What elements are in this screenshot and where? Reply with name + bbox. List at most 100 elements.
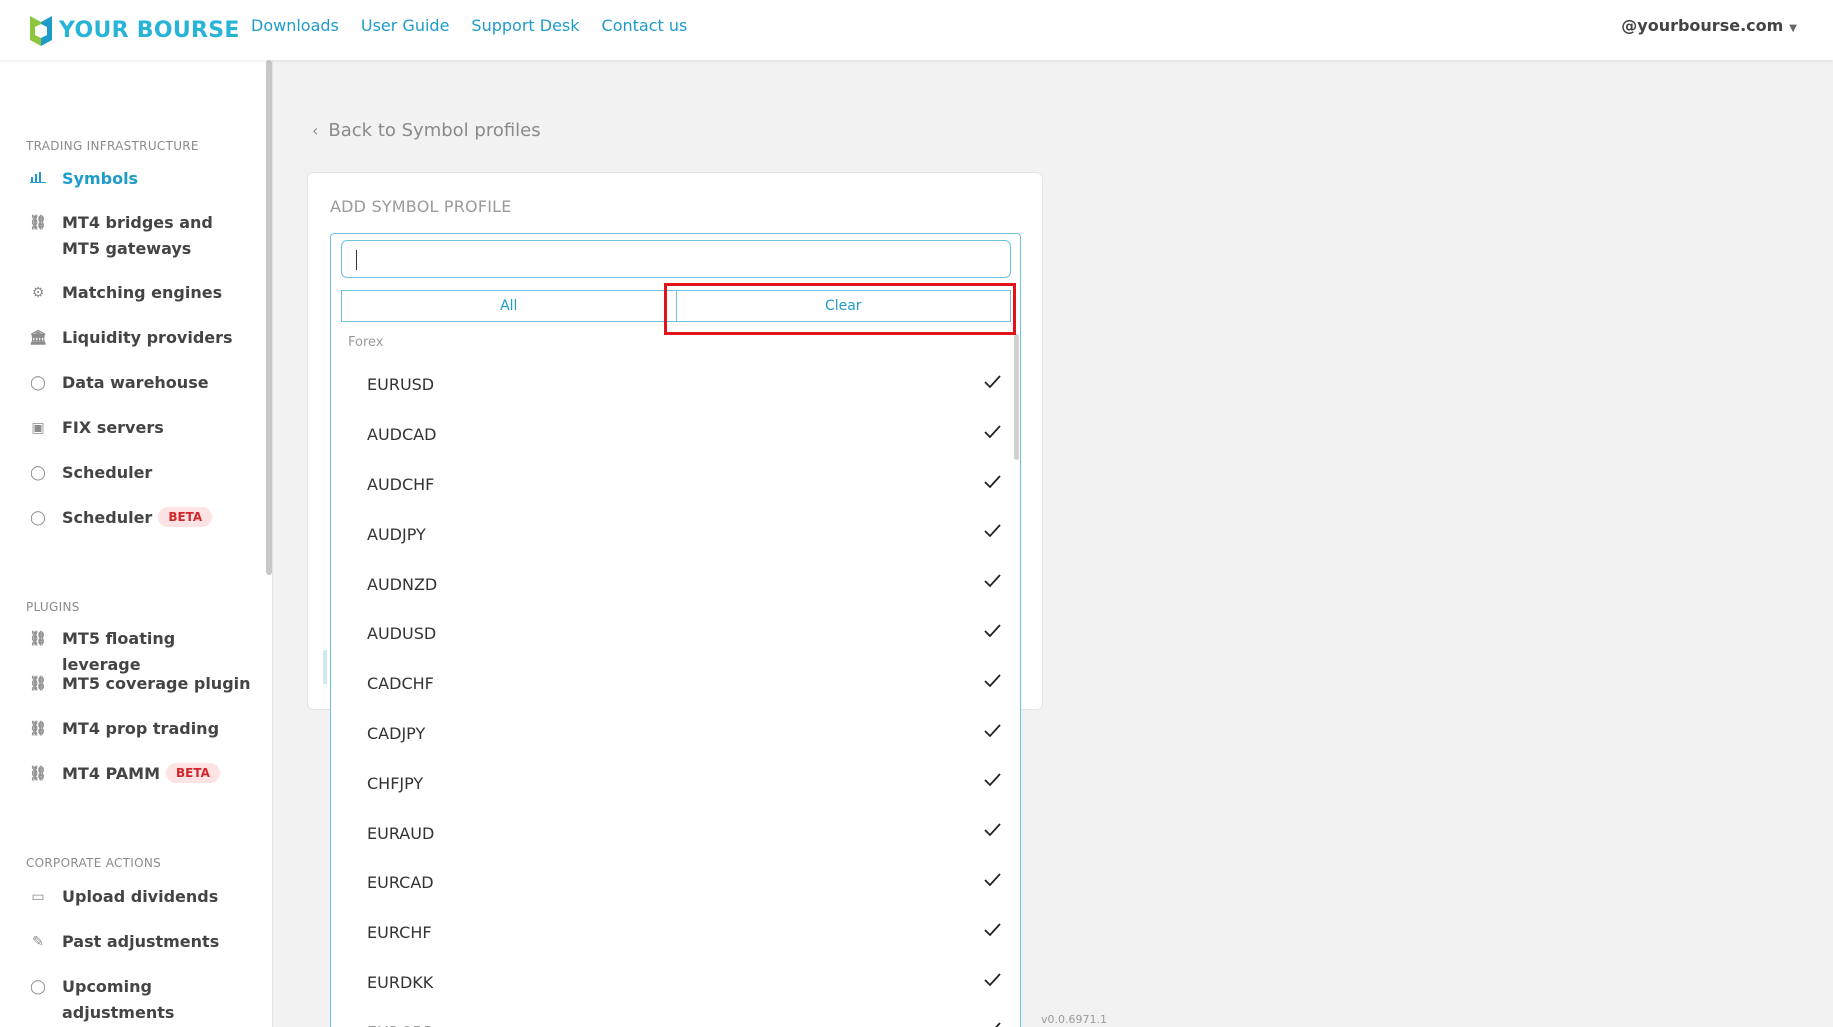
caret-down-icon: ▼ xyxy=(1789,23,1797,34)
check-icon xyxy=(995,1022,1001,1027)
circle-icon: ◯ xyxy=(30,510,46,526)
nav-link-user-guide[interactable]: User Guide xyxy=(361,16,450,35)
sidebar-item-label: Scheduler xyxy=(62,463,153,482)
hexagon-logo-icon xyxy=(30,16,52,46)
sidebar-item-label: MT4 PAMM BETA xyxy=(62,761,220,787)
select-actions: All Clear xyxy=(341,290,1011,322)
section-label-corporate-actions: CORPORATE ACTIONS xyxy=(26,856,162,870)
section-label-plugins: PLUGINS xyxy=(26,600,80,614)
list-item[interactable]: AUDNZD xyxy=(331,559,1020,609)
sidebar-item-symbols[interactable]: Symbols xyxy=(26,166,251,192)
group-label-forex: Forex xyxy=(348,335,384,350)
beta-badge: BETA xyxy=(158,507,213,527)
list-item[interactable]: CADJPY xyxy=(331,709,1020,759)
sidebar-item-label: Symbols xyxy=(62,169,139,188)
account-menu[interactable]: @yourbourse.com ▼ xyxy=(1621,16,1797,35)
symbol-label: CADCHF xyxy=(367,674,434,694)
list-item[interactable]: EURDKK xyxy=(331,958,1020,1008)
sidebar-item-text: MT4 PAMM xyxy=(62,764,161,783)
list-item[interactable]: AUDUSD xyxy=(331,609,1020,659)
text-cursor xyxy=(356,250,357,270)
check-icon xyxy=(984,375,1001,389)
symbol-label: AUDJPY xyxy=(367,524,426,544)
nav-link-downloads[interactable]: Downloads xyxy=(251,16,339,35)
check-icon xyxy=(984,624,1001,638)
symbol-label: EURCHF xyxy=(367,923,432,943)
nav-link-support-desk[interactable]: Support Desk xyxy=(471,16,579,35)
sidebar-item-upload-dividends[interactable]: ▭ Upload dividends xyxy=(26,884,251,910)
bank-icon: 🏛 xyxy=(29,330,47,346)
sidebar-item-data-warehouse[interactable]: ◯ Data warehouse xyxy=(26,370,251,396)
sidebar: TRADING INFRASTRUCTURE Symbols ⛓ MT4 bri… xyxy=(0,60,273,1027)
list-item[interactable]: AUDJPY xyxy=(331,509,1020,559)
sidebar-item-fix-servers[interactable]: ▣ FIX servers xyxy=(26,415,251,441)
brand-logo[interactable]: YOUR BOURSE xyxy=(27,10,240,50)
sidebar-item-label: Matching engines xyxy=(62,283,223,302)
list-item[interactable]: EURUSD xyxy=(331,360,1020,410)
sidebar-item-scheduler-beta[interactable]: ◯ Scheduler BETA xyxy=(26,505,251,531)
clear-selection-button[interactable]: Clear xyxy=(676,290,1011,322)
top-nav-links: Downloads User Guide Support Desk Contac… xyxy=(251,16,709,35)
sidebar-item-label: Scheduler BETA xyxy=(62,505,213,531)
bridge-icon: ⛓ xyxy=(29,631,47,647)
check-icon xyxy=(984,873,1001,887)
list-item[interactable]: EURGBP xyxy=(331,1007,1020,1027)
check-icon xyxy=(984,674,1001,688)
symbol-dropdown[interactable]: All Clear Forex EURUSD AUDCAD AUDCHF AUDJPY… xyxy=(330,233,1021,1027)
check-icon xyxy=(984,823,1001,837)
check-icon xyxy=(984,723,1001,737)
symbol-label: EURUSD xyxy=(367,375,435,395)
bridge-icon: ⛓ xyxy=(29,215,47,231)
sidebar-item-mt4-bridges[interactable]: ⛓ MT4 bridges and MT5 gateways xyxy=(26,210,251,262)
symbol-label: EURCAD xyxy=(367,873,434,893)
list-item[interactable]: AUDCHF xyxy=(331,460,1020,510)
check-icon xyxy=(984,524,1001,538)
app-version: v0.0.6971.1 xyxy=(1041,1013,1107,1026)
sidebar-item-liquidity-providers[interactable]: 🏛 Liquidity providers xyxy=(26,325,251,351)
chevron-left-icon: ‹ xyxy=(312,121,319,140)
sidebar-item-label: MT5 coverage plugin xyxy=(62,674,251,693)
bar-chart-icon xyxy=(26,166,50,186)
list-item[interactable]: CHFJPY xyxy=(331,758,1020,808)
circle-icon: ◯ xyxy=(30,979,46,995)
list-item[interactable]: EURAUD xyxy=(331,808,1020,858)
bridge-icon: ⛓ xyxy=(29,676,47,692)
sidebar-item-mt5-coverage-plugin[interactable]: ⛓ MT5 coverage plugin xyxy=(26,671,251,697)
list-item[interactable]: AUDCAD xyxy=(331,410,1020,460)
server-icon: ▣ xyxy=(31,420,45,436)
check-icon xyxy=(984,773,1001,787)
sidebar-item-label: MT4 prop trading xyxy=(62,719,220,738)
top-navigation: YOUR BOURSE Downloads User Guide Support… xyxy=(0,0,1833,60)
nav-link-contact-us[interactable]: Contact us xyxy=(602,16,688,35)
symbol-label: CHFJPY xyxy=(367,773,424,793)
sidebar-item-label: Past adjustments xyxy=(62,932,220,951)
check-icon xyxy=(984,574,1001,588)
symbol-label: EURAUD xyxy=(367,823,435,843)
back-to-symbol-profiles-link[interactable]: ‹ Back to Symbol profiles xyxy=(312,120,541,141)
sidebar-item-label: Liquidity providers xyxy=(62,328,233,347)
list-item[interactable]: CADCHF xyxy=(331,659,1020,709)
sidebar-item-past-adjustments[interactable]: ✎ Past adjustments xyxy=(26,929,251,955)
symbol-search-input[interactable] xyxy=(341,240,1011,278)
symbol-list: EURUSD AUDCAD AUDCHF AUDJPY AUDNZD AUDUSD CADC… xyxy=(331,360,1020,1027)
folder-icon: ▭ xyxy=(31,889,45,905)
section-label-trading-infrastructure: TRADING INFRASTRUCTURE xyxy=(26,139,199,153)
sidebar-item-label: Upcoming adjustments xyxy=(62,977,175,1022)
sidebar-item-scheduler[interactable]: ◯ Scheduler xyxy=(26,460,251,486)
sidebar-item-mt4-prop-trading[interactable]: ⛓ MT4 prop trading xyxy=(26,716,251,742)
list-item[interactable]: EURCHF xyxy=(331,908,1020,958)
list-item[interactable]: EURCAD xyxy=(331,858,1020,908)
select-all-button[interactable]: All xyxy=(341,290,677,322)
sidebar-item-upcoming-adjustments[interactable]: ◯ Upcoming adjustments xyxy=(26,974,251,1026)
symbol-label: AUDCHF xyxy=(367,474,435,494)
brand-name: YOUR BOURSE xyxy=(59,17,240,43)
sidebar-scrollbar[interactable] xyxy=(266,60,272,575)
bridge-icon: ⛓ xyxy=(29,721,47,737)
circle-icon: ◯ xyxy=(30,465,46,481)
sidebar-item-matching-engines[interactable]: ⚙ Matching engines xyxy=(26,280,251,306)
sidebar-item-mt4-pamm[interactable]: ⛓ MT4 PAMM BETA xyxy=(26,761,251,787)
check-icon xyxy=(984,923,1001,937)
bridge-icon: ⛓ xyxy=(29,766,47,782)
symbol-label: AUDUSD xyxy=(367,624,437,644)
back-link-label: Back to Symbol profiles xyxy=(328,120,541,141)
